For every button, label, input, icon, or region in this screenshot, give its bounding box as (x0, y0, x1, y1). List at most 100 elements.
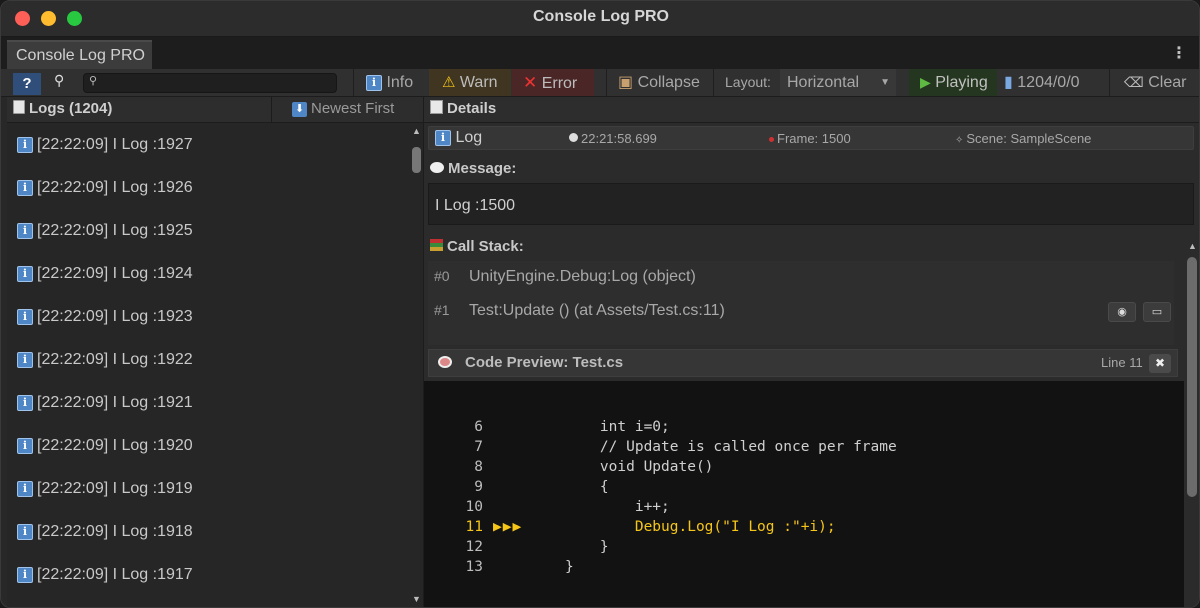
log-counts: ▮ 1204/0/0 (1004, 69, 1096, 96)
info-icon: i (17, 309, 33, 325)
callstack-list: #0 UnityEngine.Debug:Log (object) #1 Test:… (428, 261, 1174, 345)
code-text: i++; (565, 499, 670, 515)
bar-chart-icon: ▮ (1004, 74, 1013, 91)
scroll-down-icon[interactable]: ▼ (412, 594, 421, 604)
log-item[interactable]: i [22:22:09] I Log :1923 (17, 308, 193, 330)
open-file-button[interactable]: ▭ (1143, 302, 1171, 322)
info-icon: i (17, 567, 33, 583)
line-number: 9 (474, 479, 483, 495)
more-menu-icon[interactable]: ⋮ (1171, 43, 1187, 63)
info-filter-label: Info (386, 74, 414, 91)
broom-icon: ⌫ (1124, 74, 1144, 90)
log-item[interactable]: i [22:22:09] I Log :1918 (17, 523, 193, 545)
logs-scrollbar[interactable]: ▲ ▼ (409, 124, 423, 607)
scroll-up-icon[interactable]: ▲ (412, 126, 421, 136)
log-item[interactable]: i [22:22:09] I Log :1927 (17, 136, 193, 158)
playing-toggle-button[interactable]: ▶ Playing (909, 69, 997, 96)
message-label-text: Message: (448, 160, 517, 177)
line-number: 10 (465, 499, 483, 515)
help-button[interactable]: ? (13, 73, 41, 95)
stack-frame[interactable]: #1 Test:Update () (at Assets/Test.cs:11) (434, 302, 725, 320)
logs-panel: Logs (1204) ⬇ Newest First i [22:22:09] I … (7, 97, 423, 607)
close-icon[interactable]: ✖ (1149, 354, 1171, 373)
log-frame-text: Frame: 1500 (777, 131, 851, 146)
info-icon: i (17, 266, 33, 282)
clear-button[interactable]: ⌫ Clear (1110, 69, 1199, 96)
folder-icon: ▭ (1151, 306, 1163, 318)
log-item-text: [22:22:09] I Log :1924 (37, 265, 193, 282)
message-box[interactable]: I Log :1500 (428, 183, 1194, 225)
preview-code-button[interactable]: ◉ (1108, 302, 1136, 322)
line-number: 13 (465, 559, 483, 575)
search-input[interactable] (83, 73, 337, 93)
info-icon: i (17, 223, 33, 239)
clear-label: Clear (1148, 74, 1187, 91)
arrow-down-icon: ⬇ (292, 102, 307, 117)
eye-icon (438, 356, 452, 368)
info-icon: i (17, 481, 33, 497)
search-options-icon[interactable]: ⚲ (54, 72, 64, 89)
warn-filter-button[interactable]: ⚠ Warn (429, 69, 511, 96)
log-item[interactable]: i [22:22:09] I Log :1920 (17, 437, 193, 459)
window-title: Console Log PRO (533, 8, 669, 25)
tab-console-log-pro[interactable]: Console Log PRO (7, 40, 152, 69)
logs-panel-header: Logs (1204) ⬇ Newest First (7, 97, 423, 123)
log-item[interactable]: i [22:22:09] I Log :1917 (17, 566, 193, 588)
code-text: } (565, 559, 574, 575)
log-item[interactable]: i [22:22:09] I Log :1919 (17, 480, 193, 502)
line-number: 8 (474, 459, 483, 475)
info-icon: i (17, 352, 33, 368)
sort-order-button[interactable]: ⬇ Newest First (271, 97, 423, 123)
log-item[interactable]: i [22:22:09] I Log :1924 (17, 265, 193, 287)
details-scrollbar-thumb[interactable] (1187, 257, 1197, 497)
info-icon: i (17, 395, 33, 411)
logs-scrollbar-thumb[interactable] (412, 147, 421, 173)
callstack-label-text: Call Stack: (447, 238, 524, 255)
warning-icon: ⚠ (442, 74, 456, 91)
clipboard-icon (13, 100, 25, 114)
info-icon: i (17, 438, 33, 454)
console-window: Console Log PRO Console Log PRO ⋮ ? ⚲ ⚲ … (0, 0, 1200, 608)
layout-value: Horizontal (787, 74, 860, 91)
log-scene-text: Scene: SampleScene (966, 131, 1092, 146)
log-item[interactable]: i [22:22:09] I Log :1925 (17, 222, 193, 244)
code-preview-header: Code Preview: Test.cs Line 11 ✖ (428, 349, 1178, 377)
log-level-text: Log (455, 129, 483, 146)
scroll-up-icon[interactable]: ▲ (1188, 241, 1197, 251)
details-title: Details (430, 100, 496, 117)
current-line-marker-icon: ▶▶▶ (493, 519, 523, 535)
collapse-button[interactable]: ▣ Collapse (607, 69, 713, 96)
log-item[interactable]: i [22:22:09] I Log :1926 (17, 179, 193, 201)
code-preview-title: Code Preview: Test.cs (465, 354, 624, 371)
stack-frame[interactable]: #0 UnityEngine.Debug:Log (object) (434, 268, 696, 286)
eye-icon: ◉ (1117, 306, 1127, 318)
log-item-text: [22:22:09] I Log :1921 (37, 394, 193, 411)
details-scrollbar[interactable]: ▲ (1184, 239, 1199, 607)
info-icon: i (366, 75, 382, 91)
chevron-down-icon: ▼ (880, 77, 890, 88)
info-filter-button[interactable]: i Info (354, 69, 428, 96)
details-panel: Details i Log 22:21:58.699 Frame: 1500 ✧… (423, 97, 1199, 607)
edit-icon (430, 100, 443, 114)
title-bar: Console Log PRO (1, 1, 1199, 37)
toolbar: ? ⚲ ⚲ i Info ⚠ Warn ✕ Error ▣ Collapse L… (1, 69, 1199, 97)
code-text: int i=0; (565, 419, 670, 435)
log-item[interactable]: i [22:22:09] I Log :1921 (17, 394, 193, 416)
error-filter-button[interactable]: ✕ Error (512, 69, 594, 96)
info-icon: i (17, 137, 33, 153)
tab-strip: Console Log PRO ⋮ (1, 37, 1199, 69)
log-time-text: 22:21:58.699 (581, 131, 657, 146)
log-item-text: [22:22:09] I Log :1919 (37, 480, 193, 497)
info-icon: i (435, 130, 451, 146)
info-icon: i (17, 180, 33, 196)
message-label: Message: (430, 160, 516, 177)
log-time: 22:21:58.699 (569, 131, 657, 146)
stack-frame-index: #0 (434, 268, 450, 284)
log-item[interactable]: i [22:22:09] I Log :1922 (17, 351, 193, 373)
layout-dropdown[interactable]: Horizontal ▼ (780, 69, 896, 96)
stack-frame-text: Test:Update () (at Assets/Test.cs:11) (469, 302, 725, 319)
code-text: // Update is called once per frame (565, 439, 897, 455)
toolbar-divider (713, 69, 714, 96)
log-item-text: [22:22:09] I Log :1920 (37, 437, 193, 454)
pin-icon (769, 137, 774, 142)
